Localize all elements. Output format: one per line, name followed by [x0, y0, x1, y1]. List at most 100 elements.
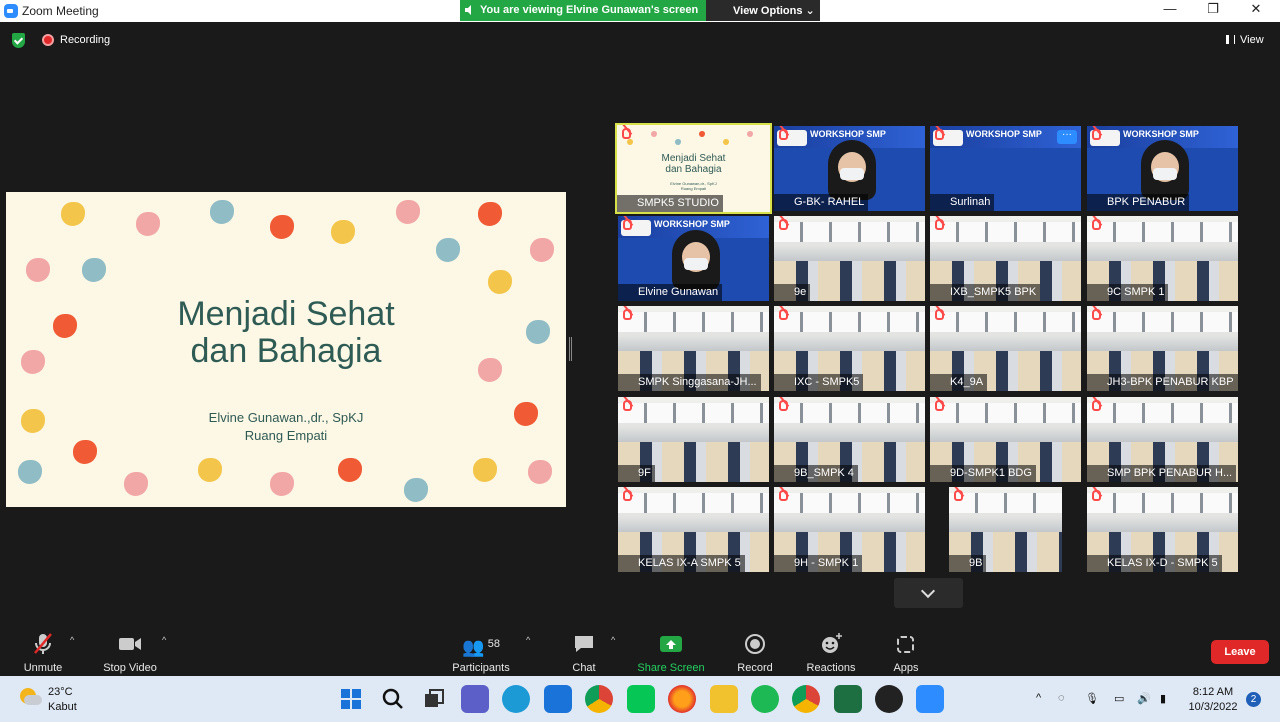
chrome-icon[interactable]: [585, 685, 613, 713]
muted-mic-icon: [1092, 309, 1101, 320]
workshop-title: WORKSHOP SMP: [1123, 129, 1199, 139]
record-button[interactable]: Record: [733, 630, 777, 676]
decorative-dot: [331, 220, 355, 244]
participant-video: [1141, 140, 1189, 200]
apps-button[interactable]: Apps: [888, 630, 924, 676]
weather-condition[interactable]: Kabut: [48, 701, 77, 713]
line-app-icon[interactable]: [627, 685, 655, 713]
participant-tile[interactable]: WORKSHOP SMP G-BK- RAHEL: [774, 126, 925, 211]
participant-tile[interactable]: IXC - SMPK5: [774, 306, 925, 391]
muted-mic-icon: [935, 309, 944, 320]
participant-tile[interactable]: 9H - SMPK 1: [774, 487, 925, 572]
clock-time: 8:12 AM: [1192, 686, 1234, 698]
classroom-window: [1087, 312, 1238, 332]
zoom-taskbar-icon[interactable]: [916, 685, 944, 713]
video-options-caret-icon[interactable]: ^: [162, 635, 166, 645]
participant-tile[interactable]: WORKSHOP SMP Elvine Gunawan: [618, 216, 769, 301]
maximize-button[interactable]: ❐: [1198, 1, 1228, 19]
slide-organization: Ruang Empati: [244, 428, 328, 443]
gallery-next-page-button[interactable]: [894, 578, 963, 608]
decorative-dot: [210, 200, 234, 224]
decorative-dot: [699, 131, 705, 137]
recording-indicator-icon: [42, 34, 54, 46]
muted-mic-icon: [1092, 129, 1101, 140]
minimize-button[interactable]: —: [1155, 1, 1185, 19]
participant-name-label: KELAS IX-A SMPK 5: [618, 555, 745, 572]
system-clock[interactable]: 8:12 AM 10/3/2022: [1188, 685, 1238, 715]
firefox-icon[interactable]: [668, 685, 696, 713]
participant-tile[interactable]: 9B_SMPK 4: [774, 397, 925, 482]
participant-tile[interactable]: SMPK Singgasana-JH...: [618, 306, 769, 391]
record-label: Record: [737, 662, 773, 674]
classroom-window: [930, 312, 1081, 332]
more-options-button[interactable]: ···: [1057, 130, 1077, 144]
decorative-dot: [396, 200, 420, 224]
participant-tile[interactable]: Menjadi Sehat dan Bahagia Elvine Gunawan,d…: [615, 123, 772, 214]
apps-label: Apps: [893, 662, 919, 674]
participant-tile[interactable]: JH3-BPK PENABUR KBP: [1087, 306, 1238, 391]
chat-caret-icon[interactable]: ^: [611, 635, 615, 645]
weather-icon[interactable]: [18, 686, 42, 706]
participant-tile[interactable]: KELAS IX-A SMPK 5: [618, 487, 769, 572]
participants-button[interactable]: 👥 58 Participants: [450, 630, 512, 676]
participant-tile[interactable]: 9D-SMPK1 BDG: [930, 397, 1081, 482]
participant-tile[interactable]: WORKSHOP SMP BPK PENABUR: [1087, 126, 1238, 211]
battery-icon[interactable]: ▮: [1160, 692, 1166, 705]
decorative-dot: [436, 238, 460, 262]
split-resize-handle[interactable]: [569, 337, 572, 361]
classroom-window: [618, 493, 769, 513]
participant-tile[interactable]: 9C SMPK 1: [1087, 216, 1238, 301]
participant-tile[interactable]: KELAS IX-D - SMPK 5: [1087, 487, 1238, 572]
edge-browser-icon[interactable]: [502, 685, 530, 713]
participant-tile[interactable]: K4_9A: [930, 306, 1081, 391]
network-status-icon[interactable]: ◌: [1058, 692, 1065, 704]
participant-tile[interactable]: IXB_SMPK5 BPK: [930, 216, 1081, 301]
participant-name-label: BPK PENABUR: [1087, 194, 1190, 211]
audio-options-caret-icon[interactable]: ^: [70, 635, 74, 645]
leave-button[interactable]: Leave: [1211, 640, 1269, 664]
participant-name-label: IXC - SMPK5: [774, 374, 864, 391]
chrome-profile-icon[interactable]: [792, 685, 820, 713]
participant-tile[interactable]: 9e: [774, 216, 925, 301]
stop-video-button[interactable]: Stop Video: [100, 630, 160, 676]
search-icon[interactable]: [379, 685, 407, 713]
view-button[interactable]: View: [1226, 34, 1264, 46]
spotify-icon[interactable]: [751, 685, 779, 713]
participant-name-label: IXB_SMPK5 BPK: [930, 284, 1041, 301]
encryption-shield-icon[interactable]: [12, 33, 25, 48]
windows-start-icon[interactable]: [337, 685, 365, 713]
microphone-tray-icon[interactable]: 🎙: [1085, 692, 1099, 705]
muted-mic-icon: [935, 219, 944, 230]
media-player-icon[interactable]: [875, 685, 903, 713]
decorative-dot: [198, 458, 222, 482]
muted-mic-icon: [622, 128, 631, 139]
unmute-button[interactable]: Unmute: [18, 630, 68, 676]
participant-video: [828, 140, 876, 200]
chat-bubble-icon: [575, 636, 593, 652]
participant-tile[interactable]: 9F: [618, 397, 769, 482]
close-button[interactable]: ✕: [1241, 1, 1271, 19]
excel-icon[interactable]: [834, 685, 862, 713]
viewing-text: You are viewing Elvine Gunawan's screen: [480, 4, 699, 16]
reactions-button[interactable]: Reactions: [803, 630, 859, 676]
participant-tile[interactable]: WORKSHOP SMP ··· Surlinah: [930, 126, 1081, 211]
view-options-button[interactable]: View Options ⌄: [706, 0, 820, 21]
volume-icon[interactable]: 🔊: [1137, 692, 1151, 705]
participant-tile[interactable]: 9B: [949, 487, 1062, 572]
participant-tile[interactable]: SMP BPK PENABUR H...: [1087, 397, 1238, 482]
weather-temperature[interactable]: 23°C: [48, 686, 73, 698]
teams-chat-icon[interactable]: [461, 685, 489, 713]
chat-button[interactable]: Chat: [568, 630, 600, 676]
task-view-icon[interactable]: [420, 685, 448, 713]
file-explorer-icon[interactable]: [710, 685, 738, 713]
participants-caret-icon[interactable]: ^: [526, 635, 530, 645]
mail-icon[interactable]: [544, 685, 572, 713]
mini-slide-title: Menjadi Sehat dan Bahagia: [661, 153, 726, 175]
participants-icon: 👥 58: [461, 637, 500, 657]
show-hidden-icons-chevron-icon[interactable]: ^: [1036, 692, 1041, 704]
smiley-plus-icon: [822, 633, 842, 653]
mini-slide-author: Elvine Gunawan,dr., SpKJ Ruang Empati: [670, 181, 717, 191]
notification-badge[interactable]: 2: [1246, 692, 1261, 707]
share-screen-button[interactable]: Share Screen: [636, 630, 706, 676]
display-icon[interactable]: ▭: [1114, 692, 1124, 705]
